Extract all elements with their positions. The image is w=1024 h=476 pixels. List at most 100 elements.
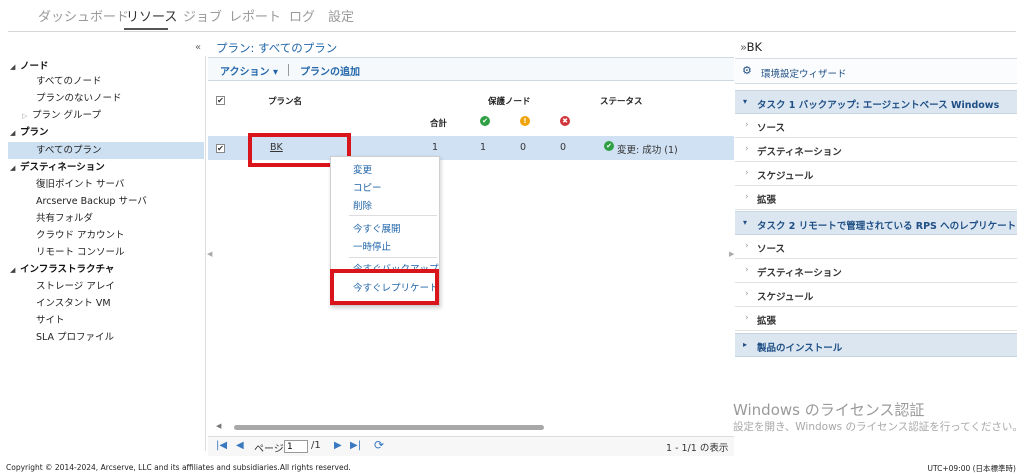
column-header-status[interactable]: ステータス [600,95,643,107]
expanded-triangle-icon: ◢ [10,164,16,172]
task2-source[interactable]: › ソース [735,235,1017,259]
tree-item-instant-vm[interactable]: インスタント VM [36,295,111,312]
nav-jobs[interactable]: ジョブ [183,6,222,25]
tree-item-storage-array[interactable]: ストレージ アレイ [36,278,115,295]
collapsed-triangle-icon: ▷ [22,112,28,120]
column-header-plan-name[interactable]: プラン名 [268,95,302,107]
nav-resources[interactable]: リソース [126,6,177,25]
tree-item-remote-console[interactable]: リモート コンソール [36,244,125,261]
top-navigation: ダッシュボード リソース ジョブ レポート ログ 設定 [0,0,1024,32]
tree-item-arcserve-backup-server[interactable]: Arcserve Backup サーバ [36,193,147,210]
active-tab-indicator [124,28,168,30]
scrollbar-thumb[interactable] [234,425,544,430]
first-page-icon[interactable]: |◀ [216,440,227,451]
status-text: 変更: 成功 (1) [617,145,678,156]
chevron-down-icon: ▾ [743,97,748,106]
chevron-right-icon: › [745,144,749,154]
add-plan-button[interactable]: プランの追加 [300,63,360,78]
tree-item-shared-folder[interactable]: 共有フォルダ [36,210,93,227]
task1-section[interactable]: ▾ タスク 1 バックアップ: エージェントベース Windows [735,90,1017,114]
activation-watermark-title: Windows のライセンス認証 [733,401,925,419]
tree-item-plan-groups[interactable]: ▷ プラン グループ [22,107,101,124]
scroll-left-icon[interactable]: ◀ [216,422,221,430]
task1-advanced[interactable]: › 拡張 [735,186,1017,210]
select-all-checkbox[interactable]: ✔ [216,96,225,105]
error-count: 0 [560,142,567,153]
menu-item-copy[interactable]: コピー [353,180,382,194]
tree-item-all-nodes[interactable]: すべてのノード [36,73,101,90]
menu-item-deploy-now[interactable]: 今すぐ展開 [353,221,401,235]
gear-icon: ⚙ [742,64,752,77]
configuration-wizard-link[interactable]: ⚙ 環境設定ウィザード [735,58,1017,84]
detail-title: »BK [740,40,763,54]
chevron-down-icon: ▾ [743,218,748,227]
tree-item-all-plans[interactable]: すべてのプラン [8,142,204,159]
tree-item-recovery-point-server[interactable]: 復旧ポイント サーバ [36,176,124,193]
task1-source[interactable]: › ソース [735,114,1017,138]
chevron-down-icon: ▾ [272,67,279,78]
task1-destination[interactable]: › デスティネーション [735,138,1017,162]
menu-separator [349,215,437,216]
action-menu-button[interactable]: アクション ▾ [220,63,278,78]
nav-divider [8,31,1016,32]
tree-group-infrastructure[interactable]: ◢ インフラストラクチャ [10,261,114,278]
task1-schedule[interactable]: › スケジュール [735,162,1017,186]
page-title: プラン: すべてのプラン [216,41,338,55]
expanded-triangle-icon: ◢ [10,129,16,137]
task2-advanced[interactable]: › 拡張 [735,307,1017,331]
plans-panel: プラン: すべてのプラン アクション ▾ プランの追加 ✔ プラン名 保護ノード… [208,37,734,457]
pagination-bar: |◀ ◀ ページ /1 ▶ ▶| ⟳ 1 - 1/1 の表示 [208,436,734,456]
horizontal-scrollbar[interactable]: ◀ [216,422,734,432]
total-count: 1 [432,142,439,153]
column-header-total[interactable]: 合計 [430,117,447,129]
plans-toolbar: アクション ▾ プランの追加 [208,57,734,81]
menu-item-delete[interactable]: 削除 [353,198,372,212]
previous-page-icon[interactable]: ◀ [236,440,244,451]
refresh-icon[interactable]: ⟳ [374,438,384,452]
expanded-triangle-icon: ◢ [10,266,16,274]
success-count: 1 [480,142,487,153]
resource-tree: ◢ ノード すべてのノード プランのないノード ▷ プラン グループ ◢ プラン すべ… [8,56,206,451]
tree-item-cloud-account[interactable]: クラウド アカウント [36,227,125,244]
page-label: ページ [254,444,284,455]
chevron-right-icon: › [745,168,749,178]
next-page-icon[interactable]: ▶ [334,440,342,451]
expand-icon[interactable]: » [740,40,747,54]
expanded-triangle-icon: ◢ [10,63,16,71]
tree-item-sla-profile[interactable]: SLA プロファイル [36,329,114,346]
menu-item-pause[interactable]: 一時停止 [353,239,391,253]
error-icon: ✖ [560,116,570,126]
activation-watermark-text: 設定を開き、Windows のライセンス認証を行ってください。 [733,421,1023,433]
display-count: 1 - 1/1 の表示 [666,443,729,454]
column-header-protected-nodes: 保護ノード [488,97,531,107]
row-checkbox[interactable]: ✔ [216,144,225,153]
tree-item-site[interactable]: サイト [36,312,65,329]
task2-destination[interactable]: › デスティネーション [735,259,1017,283]
timezone-text: UTC+09:00 (日本標準時) [927,464,1016,473]
task2-section[interactable]: ▾ タスク 2 リモートで管理されている RPS へのレプリケート [735,211,1017,235]
page-number-input[interactable] [284,440,308,453]
nav-reports[interactable]: レポート [229,6,281,25]
tree-group-destinations[interactable]: ◢ デスティネーション [10,159,105,176]
chevron-right-icon: › [745,192,749,202]
product-install-section[interactable]: ▸ 製品のインストール [735,333,1017,357]
nav-settings[interactable]: 設定 [328,6,354,25]
tree-item-nodes-without-plan[interactable]: プランのないノード [36,90,122,107]
nav-dashboard[interactable]: ダッシュボード [38,6,129,25]
chevron-right-icon: › [745,313,749,323]
toolbar-divider [288,64,289,76]
copyright-text: Copyright © 2014-2024, Arcserve, LLC and… [6,463,351,472]
menu-item-modify[interactable]: 変更 [353,162,372,176]
nav-logs[interactable]: ログ [289,6,315,25]
chevron-right-icon: › [745,289,749,299]
task2-schedule[interactable]: › スケジュール [735,283,1017,307]
tree-group-plans[interactable]: ◢ プラン [10,124,49,141]
warning-count: 0 [520,142,527,153]
success-icon: ✔ [480,116,490,126]
plan-detail-panel: »BK ⚙ 環境設定ウィザード ▾ タスク 1 バックアップ: エージェントベー… [735,37,1017,457]
highlight-box-replicate [330,269,439,305]
collapse-left-pane-icon[interactable]: « [195,42,201,53]
last-page-icon[interactable]: ▶| [350,440,361,451]
page-total: /1 [311,440,321,451]
chevron-right-icon: › [745,120,749,130]
